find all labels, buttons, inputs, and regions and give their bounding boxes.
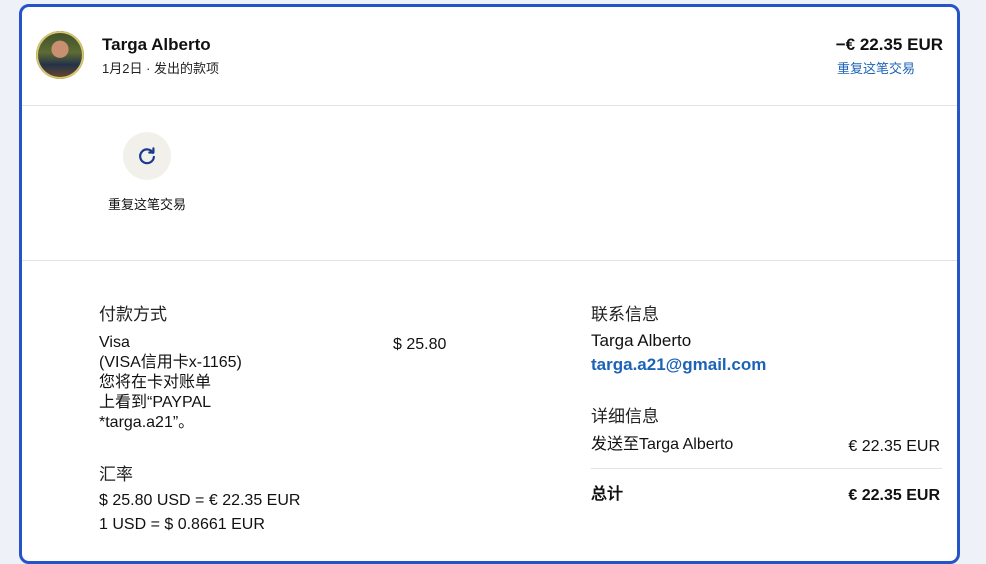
contact-email[interactable]: targa.a21@gmail.com <box>591 355 766 375</box>
payment-statement-note-2: 上看到“PAYPAL <box>99 394 212 411</box>
payment-amount: $ 25.80 <box>393 336 447 353</box>
transaction-card: Targa Alberto 1月2日 · 发出的款项 −€ 22.35 EUR … <box>19 4 960 564</box>
payment-statement-note-1: 您将在卡对账单 <box>99 374 212 391</box>
payment-method-card: (VISA信用卡x-1165) <box>99 354 242 371</box>
transaction-date-type: 1月2日 · 发出的款项 <box>102 61 220 76</box>
counterparty-name: Targa Alberto <box>102 35 211 54</box>
details-title: 详细信息 <box>591 407 659 426</box>
payment-statement-note-3: *targa.a21”。 <box>99 414 195 431</box>
payment-method-title: 付款方式 <box>99 305 167 324</box>
total-amount: € 22.35 EUR <box>848 487 940 504</box>
exchange-conversion: $ 25.80 USD = € 22.35 EUR <box>99 492 301 509</box>
repeat-transaction-button[interactable] <box>123 132 171 180</box>
sent-to-label: 发送至Targa Alberto <box>591 436 734 453</box>
transaction-amount: −€ 22.35 EUR <box>835 35 943 54</box>
exchange-rate-title: 汇率 <box>99 465 133 484</box>
exchange-rate-value: 1 USD = $ 0.8661 EUR <box>99 516 265 533</box>
repeat-transaction-label: 重复这笔交易 <box>108 197 187 212</box>
repeat-transaction-link[interactable]: 重复这笔交易 <box>837 58 915 77</box>
avatar <box>36 31 84 79</box>
action-bar: 重复这笔交易 <box>22 105 957 261</box>
total-label: 总计 <box>591 486 624 503</box>
contact-info-title: 联系信息 <box>591 305 659 324</box>
details-divider <box>591 468 942 469</box>
sent-amount: € 22.35 EUR <box>848 438 940 455</box>
contact-name: Targa Alberto <box>591 331 692 350</box>
payment-method-name: Visa <box>99 334 130 351</box>
refresh-icon <box>139 147 155 165</box>
transaction-header: Targa Alberto 1月2日 · 发出的款项 −€ 22.35 EUR … <box>22 7 957 106</box>
